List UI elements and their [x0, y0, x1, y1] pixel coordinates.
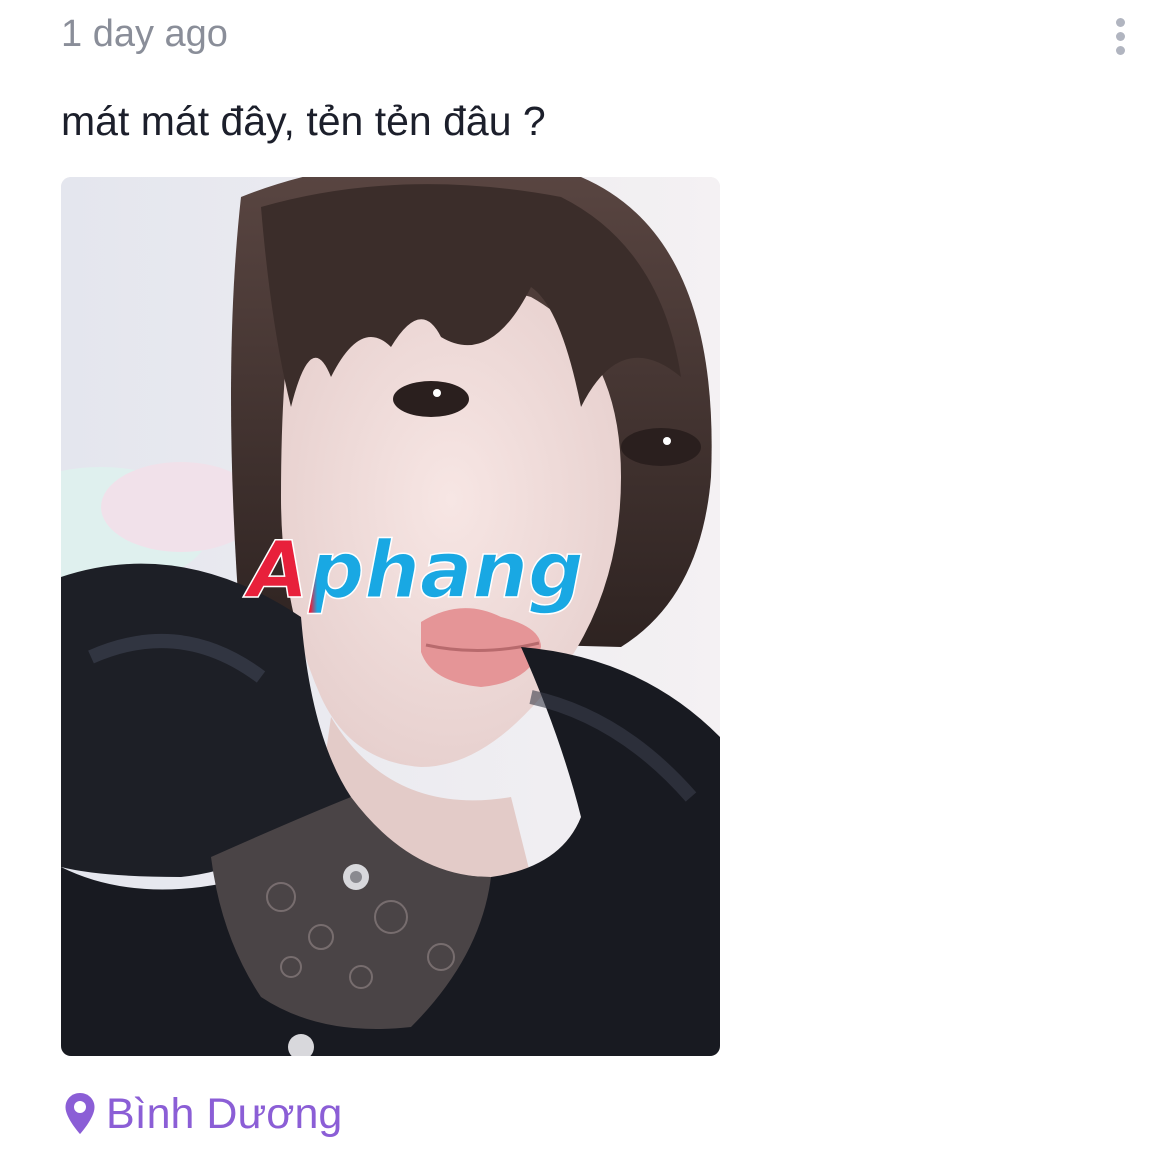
post-photo[interactable]: Aphang	[61, 177, 720, 1056]
post-timestamp: 1 day ago	[61, 13, 228, 55]
map-pin-icon	[65, 1093, 95, 1134]
location-label: Bình Dương	[106, 1090, 343, 1138]
post-location[interactable]: Bình Dương	[64, 1088, 342, 1140]
post-text: mát mát đây, tẻn tẻn đâu ?	[61, 98, 546, 144]
selfie-image: Aphang	[61, 177, 720, 1056]
post-card: 1 day ago mát mát đây, tẻn tẻn đâu ? Aph…	[0, 0, 1170, 1163]
more-options-button[interactable]	[1104, 16, 1138, 56]
watermark-logo: Aphang	[242, 526, 584, 616]
